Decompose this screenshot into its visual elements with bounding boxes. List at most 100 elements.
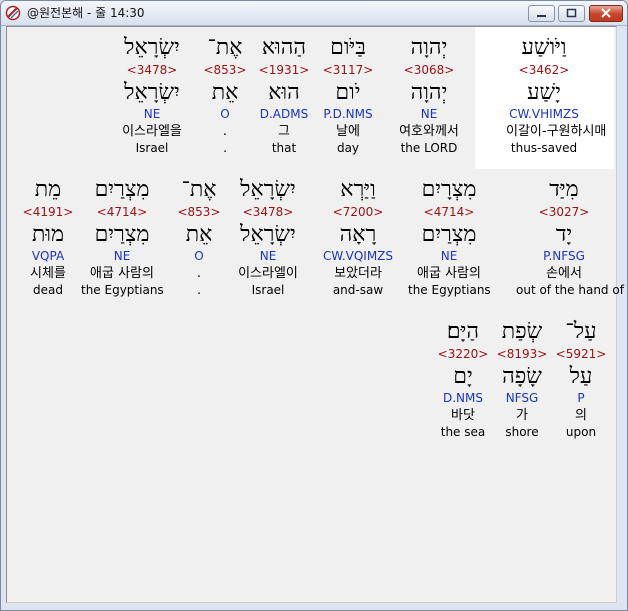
hebrew-lemma: יָשַׁע <box>527 80 561 105</box>
strong-number: <853> <box>203 63 247 77</box>
korean-gloss: . <box>222 124 228 139</box>
strong-number: <4714> <box>423 205 475 219</box>
hebrew-word: מֵת <box>34 177 62 202</box>
word-line1-4[interactable]: אֶת־ <853> אֵת O . . <box>187 35 263 155</box>
strong-number: <4191> <box>22 205 74 219</box>
morphology-code: NE <box>259 249 277 263</box>
english-gloss: . <box>223 141 227 155</box>
korean-gloss: 보았더라 <box>334 266 382 281</box>
word-line3-2[interactable]: הַיָּם׃ <3220> יָם D.NMS 바닷 the sea <box>426 319 500 439</box>
english-gloss: dead <box>33 283 63 297</box>
hebrew-lemma: יָם <box>453 364 473 389</box>
hebrew-word: מִיַּד <box>549 177 579 202</box>
strong-number: <4714> <box>96 205 148 219</box>
word-line1-1[interactable]: יְהוָה <3068> יְהוָה NE 여호와께서 the LORD <box>391 35 467 155</box>
hebrew-word: יִשְׂרָאֵל <box>124 35 180 60</box>
hebrew-word: וַיֹּושַׁע <box>521 35 567 60</box>
hebrew-word: יִשְׂרָאֵל <box>240 177 296 202</box>
morphology-code: O <box>220 107 230 121</box>
english-gloss: Israel <box>135 141 169 155</box>
minimize-icon <box>537 15 546 17</box>
korean-gloss: 이갈이-구원하시매 <box>506 124 607 139</box>
strong-number: <3478> <box>242 205 294 219</box>
hebrew-lemma: יִשְׂרָאֵל <box>240 222 296 247</box>
korean-gloss: 애굽 사람의 <box>417 266 481 281</box>
title-bar[interactable]: @원전본해 - 줄 14:30 <box>1 1 627 26</box>
hebrew-word: הַיָּם׃ <box>446 319 480 344</box>
hebrew-lemma: מוּת <box>31 222 65 247</box>
morphology-code: NE <box>113 249 131 263</box>
strong-number: <3068> <box>403 63 455 77</box>
hebrew-word: מִצְרָיִם <box>421 177 477 202</box>
word-line1-0[interactable]: וַיֹּושַׁע <3462> יָשַׁע CW.VHIMZS 이갈이-구… <box>506 35 607 155</box>
hebrew-lemma: עַל <box>569 364 593 389</box>
morphology-code: NE <box>143 107 161 121</box>
morphology-code: P.NFSG <box>543 249 585 263</box>
strong-number: <3478> <box>126 63 178 77</box>
morphology-code: NE <box>420 107 438 121</box>
word-line2-1[interactable]: מִצְרָיִם <4714> מִצְרַיִם NE 애굽 사람의 the… <box>408 177 491 297</box>
word-line3-0[interactable]: עַל־ <5921> עַל P 의 upon <box>548 319 614 439</box>
english-gloss: the Egyptians <box>408 283 491 297</box>
korean-gloss: . <box>196 266 202 281</box>
maximize-icon <box>566 8 577 18</box>
strong-number: <5921> <box>555 347 607 361</box>
interlinear-view[interactable]: וַיֹּושַׁע <3462> יָשַׁע CW.VHIMZS 이갈이-구… <box>6 26 624 603</box>
word-line2-6[interactable]: מֵת <4191> מוּת VQPA 시체를 dead <box>11 177 85 297</box>
korean-gloss: 바닷 <box>451 408 475 423</box>
morphology-code: CW.VHIMZS <box>509 107 579 121</box>
korean-gloss: 손에서 <box>546 266 582 281</box>
korean-gloss: 시체를 <box>30 266 66 281</box>
maximize-button[interactable] <box>558 5 585 22</box>
hebrew-word: אֶת־ <box>207 35 243 60</box>
strong-number: <3462> <box>518 63 570 77</box>
app-icon <box>5 5 21 21</box>
hebrew-lemma: אֵת <box>185 222 213 247</box>
app-window: @원전본해 - 줄 14:30 וַיֹּושַׁע <3462> יָשַׁע… <box>0 0 628 611</box>
korean-gloss: 여호와께서 <box>399 124 459 139</box>
word-line2-5[interactable]: מִצְרַיִם <4714> מִצְרַיִם NE 애굽 사람의 the… <box>81 177 164 297</box>
word-line2-4[interactable]: אֶת־ <853> אֵת O . . <box>161 177 237 297</box>
english-gloss: thus-saved <box>510 141 578 155</box>
close-button[interactable] <box>589 5 623 22</box>
morphology-code: NE <box>440 249 458 263</box>
morphology-code: VQPA <box>31 249 65 263</box>
morphology-code: D.NMS <box>442 391 483 405</box>
korean-gloss: 애굽 사람의 <box>90 266 154 281</box>
english-gloss: and-saw <box>332 283 384 297</box>
word-line2-3[interactable]: יִשְׂרָאֵל <3478> יִשְׂרָאֵל NE 이스라엘이 Is… <box>230 177 306 297</box>
close-icon <box>601 8 611 18</box>
hebrew-lemma: יָד <box>555 222 573 247</box>
hebrew-word: יְהוָה <box>410 35 448 60</box>
korean-gloss: 의 <box>575 408 587 423</box>
window-title: @원전본해 - 줄 14:30 <box>27 6 145 20</box>
strong-number: <3027> <box>538 205 590 219</box>
morphology-code: O <box>194 249 204 263</box>
english-gloss: upon <box>565 425 597 439</box>
word-line2-0[interactable]: מִיַּד <3027> יָד P.NFSG 손에서 out of the … <box>516 177 624 297</box>
hebrew-lemma: יְהוָה <box>410 80 448 105</box>
strong-number: <3220> <box>437 347 489 361</box>
hebrew-lemma: רָאָה <box>339 222 377 247</box>
hebrew-lemma: אֵת <box>211 80 239 105</box>
hebrew-word: מִצְרַיִם <box>94 177 150 202</box>
english-gloss: the LORD <box>400 141 458 155</box>
hebrew-lemma: מִצְרַיִם <box>421 222 477 247</box>
english-gloss: the sea <box>440 425 486 439</box>
korean-gloss: 이스라엘을 <box>122 124 182 139</box>
word-line1-5[interactable]: יִשְׂרָאֵל <3478> יִשְׂרָאֵל NE 이스라엘을 Is… <box>114 35 190 155</box>
hebrew-word: וַיַּרְא <box>340 177 376 202</box>
hebrew-word: עַל־ <box>565 319 597 344</box>
hebrew-lemma: מִצְרַיִם <box>94 222 150 247</box>
hebrew-lemma: יִשְׂרָאֵל <box>124 80 180 105</box>
english-gloss: . <box>197 283 201 297</box>
english-gloss: Israel <box>251 283 285 297</box>
word-line2-2[interactable]: וַיַּרְא <7200> רָאָה CW.VQIMZS 보았더라 and… <box>320 177 396 297</box>
strong-number: <853> <box>177 205 221 219</box>
korean-gloss: 이스라엘이 <box>238 266 298 281</box>
hebrew-word: אֶת־ <box>181 177 217 202</box>
english-gloss: out of the hand of <box>516 283 624 297</box>
morphology-code: P <box>577 391 585 405</box>
minimize-button[interactable] <box>528 5 555 22</box>
strong-number: <7200> <box>332 205 384 219</box>
